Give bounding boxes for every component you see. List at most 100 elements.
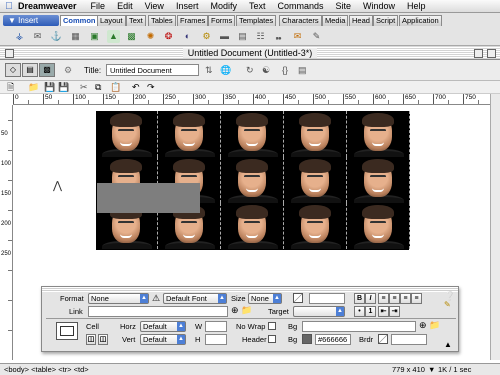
- point-to-file-icon[interactable]: ⊕: [231, 305, 239, 316]
- app-menu[interactable]: Dreamweaver: [18, 1, 77, 11]
- tab-application[interactable]: Application: [399, 15, 442, 26]
- selected-gray-cell[interactable]: [97, 183, 200, 213]
- tab-common[interactable]: Common: [60, 15, 99, 26]
- cut-icon[interactable]: ✂: [80, 82, 88, 93]
- tag-selector[interactable]: <body> <table> <tr> <td>: [4, 364, 89, 375]
- tab-tables[interactable]: Tables: [148, 15, 176, 26]
- portrait-image-cell[interactable]: [222, 203, 284, 249]
- save-icon[interactable]: 💾: [44, 82, 55, 93]
- text-color-swatch[interactable]: [293, 293, 303, 303]
- header-checkbox[interactable]: [268, 335, 276, 343]
- portrait-image-cell[interactable]: [285, 111, 347, 157]
- code-navigation-icon[interactable]: {}: [282, 64, 288, 76]
- bg-color-input[interactable]: #666666: [315, 334, 351, 345]
- portrait-image-cell[interactable]: [348, 111, 410, 157]
- email-icon[interactable]: ✉: [291, 30, 304, 43]
- image-placeholder-icon[interactable]: ▩: [125, 30, 138, 43]
- copy-icon[interactable]: ⧉: [95, 82, 101, 93]
- tab-media[interactable]: Media: [322, 15, 349, 26]
- property-inspector-title-bar[interactable]: [42, 287, 458, 292]
- close-window-button[interactable]: [5, 49, 14, 58]
- italic-button[interactable]: I: [365, 293, 376, 304]
- bold-button[interactable]: B: [354, 293, 365, 304]
- design-view-button[interactable]: ▩: [39, 63, 55, 77]
- split-view-button[interactable]: ▤: [22, 63, 38, 77]
- browse-folder-icon[interactable]: 📁: [429, 320, 440, 331]
- tabular-data-icon[interactable]: ☷: [254, 30, 267, 43]
- collapse-window-button[interactable]: [487, 49, 496, 58]
- justify-button[interactable]: ≡: [411, 293, 422, 304]
- insert-bar-toggle[interactable]: ▼ Insert: [3, 15, 59, 26]
- refresh-icon[interactable]: ↻: [246, 64, 254, 76]
- nowrap-checkbox[interactable]: [268, 322, 276, 330]
- tab-templates[interactable]: Templates: [236, 15, 277, 26]
- comment-icon[interactable]: ❠: [272, 30, 285, 43]
- apple-menu-icon[interactable]: : [0, 1, 18, 12]
- bg-color-swatch[interactable]: [302, 334, 312, 344]
- menu-site[interactable]: Site: [336, 1, 352, 11]
- outdent-button[interactable]: ⇤: [378, 306, 389, 317]
- portrait-image-cell[interactable]: [285, 157, 347, 203]
- indent-button[interactable]: ⇥: [389, 306, 400, 317]
- portrait-image-cell[interactable]: [222, 157, 284, 203]
- font-select[interactable]: Default Font ▲: [163, 293, 227, 304]
- align-right-button[interactable]: ≡: [400, 293, 411, 304]
- align-left-button[interactable]: ≡: [378, 293, 389, 304]
- menu-view[interactable]: View: [145, 1, 164, 11]
- menu-file[interactable]: File: [91, 1, 106, 11]
- tab-script[interactable]: Script: [373, 15, 399, 26]
- tab-forms[interactable]: Forms: [208, 15, 236, 26]
- view-options-icon[interactable]: ▤: [298, 64, 307, 76]
- date-icon[interactable]: ▤: [236, 30, 249, 43]
- menu-commands[interactable]: Commands: [277, 1, 323, 11]
- tag-chooser-icon[interactable]: ✎: [310, 30, 323, 43]
- redo-icon[interactable]: ↷: [147, 82, 155, 93]
- text-color-input[interactable]: [309, 293, 345, 304]
- browse-folder-icon[interactable]: 📁: [241, 305, 252, 316]
- point-to-file-icon[interactable]: ⊕: [419, 320, 427, 331]
- layer-icon[interactable]: ▣: [88, 30, 101, 43]
- zoom-window-button[interactable]: [474, 49, 483, 58]
- portrait-image-cell[interactable]: [285, 203, 347, 249]
- tab-text[interactable]: Text: [126, 15, 146, 26]
- split-cell-button[interactable]: ◫: [98, 334, 108, 345]
- tab-characters[interactable]: Characters: [279, 15, 322, 26]
- image-icon[interactable]: ▲: [107, 30, 120, 43]
- open-folder-icon[interactable]: 📁: [28, 82, 39, 93]
- merge-cells-button[interactable]: ◫: [86, 334, 96, 345]
- vertical-scrollbar[interactable]: [490, 94, 500, 360]
- window-size-popup[interactable]: 779 x 410: [392, 364, 425, 375]
- fireworks-html-icon[interactable]: ✺: [144, 30, 157, 43]
- named-anchor-icon[interactable]: ⚓: [50, 30, 63, 43]
- collapse-triangle-icon[interactable]: ▲: [444, 340, 452, 349]
- email-link-icon[interactable]: ✉: [31, 30, 44, 43]
- ordered-list-button[interactable]: 1: [365, 306, 376, 317]
- portrait-image-cell[interactable]: [159, 111, 221, 157]
- css-style-icon[interactable]: ⚠: [152, 293, 160, 304]
- tab-frames[interactable]: Frames: [177, 15, 209, 26]
- hyperlink-icon[interactable]: ⚶: [13, 30, 26, 43]
- menu-insert[interactable]: Insert: [176, 1, 199, 11]
- portrait-image-cell[interactable]: [222, 111, 284, 157]
- portrait-image-cell[interactable]: [96, 111, 158, 157]
- reference-icon[interactable]: ☯: [262, 64, 270, 76]
- new-document-icon[interactable]: 🗎: [7, 82, 14, 93]
- menu-modify[interactable]: Modify: [210, 1, 237, 11]
- border-color-swatch[interactable]: [378, 334, 388, 344]
- table-icon[interactable]: ▦: [69, 30, 82, 43]
- link-input[interactable]: [88, 306, 228, 317]
- menu-help[interactable]: Help: [407, 1, 426, 11]
- size-select[interactable]: None ▲: [248, 293, 282, 304]
- menu-edit[interactable]: Edit: [117, 1, 133, 11]
- portrait-image-cell[interactable]: [348, 157, 410, 203]
- height-input[interactable]: [205, 334, 227, 345]
- flash-icon[interactable]: ❂: [162, 30, 175, 43]
- document-title-input[interactable]: [106, 64, 199, 76]
- tab-layout[interactable]: Layout: [97, 15, 126, 26]
- menu-text[interactable]: Text: [249, 1, 266, 11]
- photo-table[interactable]: [96, 111, 410, 250]
- align-center-button[interactable]: ≡: [389, 293, 400, 304]
- document-title-bar[interactable]: Untitled Document (Untitled-3*): [0, 47, 500, 60]
- quick-tag-editor-icon[interactable]: ✎: [444, 300, 451, 309]
- target-select[interactable]: ▲: [293, 306, 345, 317]
